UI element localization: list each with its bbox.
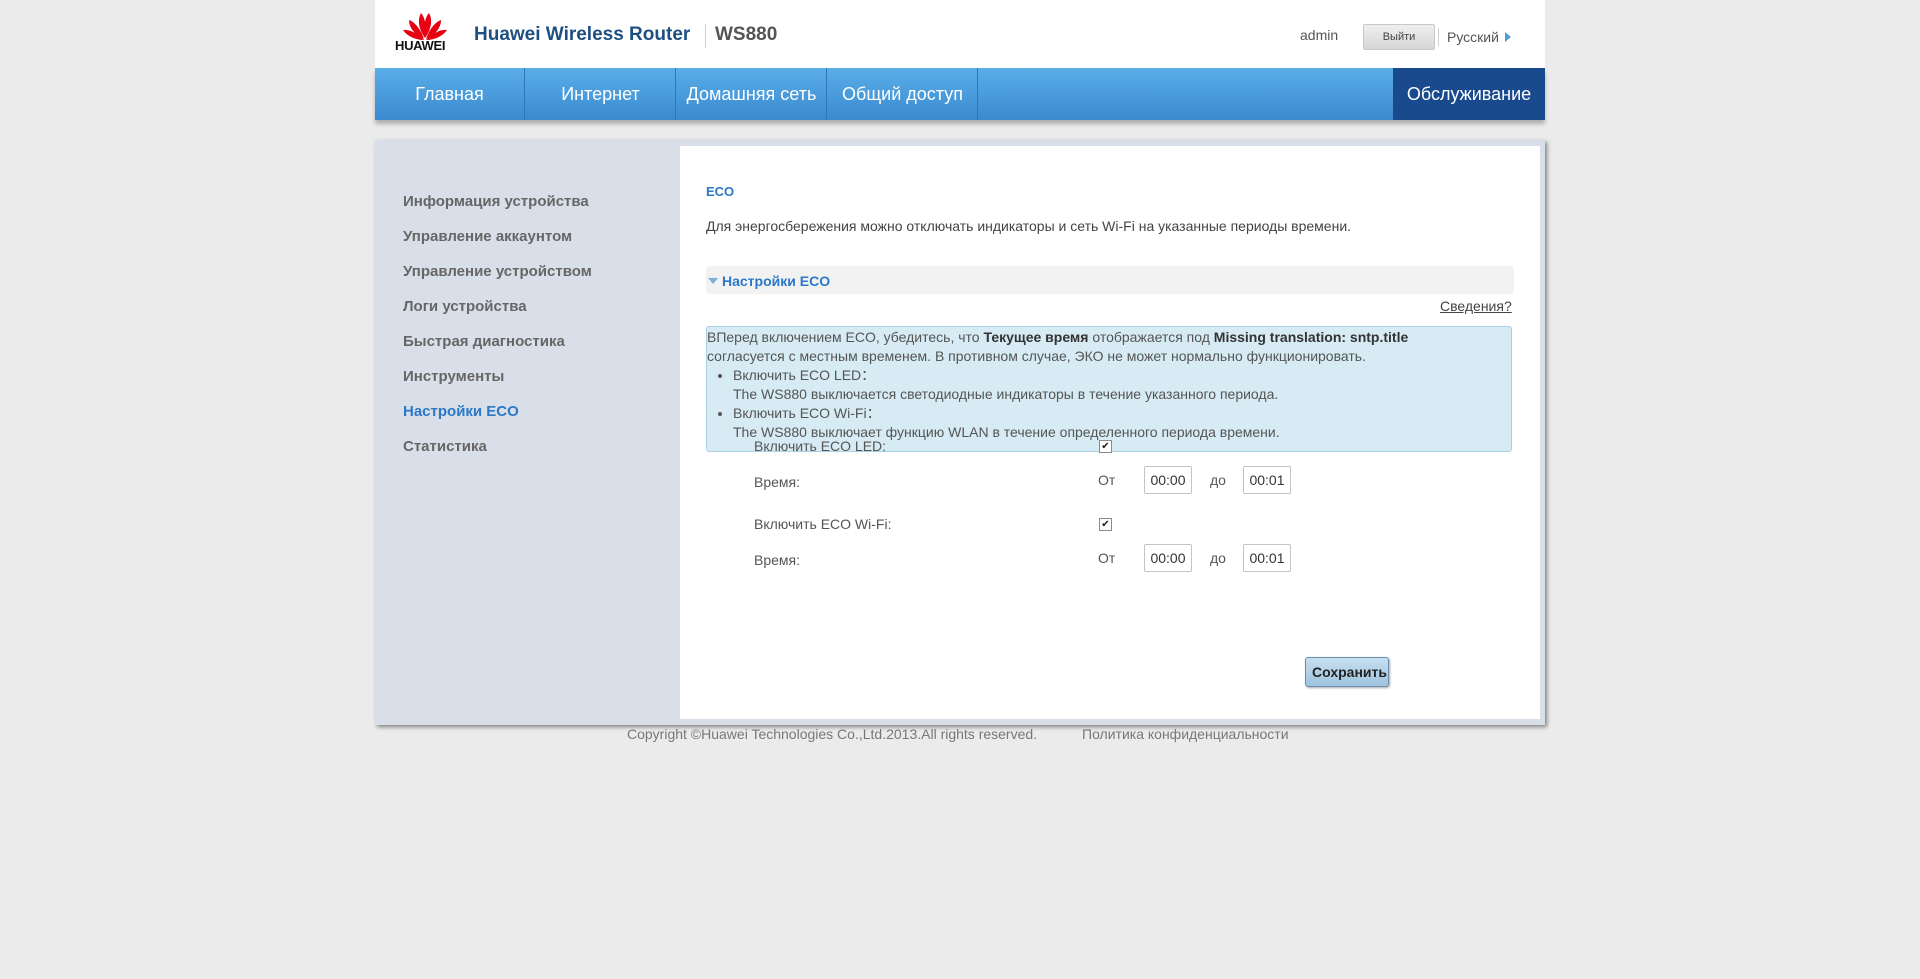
sidebar-item-device-logs[interactable]: Логи устройства <box>403 297 663 332</box>
eco-led-from-label: От <box>1098 472 1116 488</box>
eco-led-checkbox[interactable]: ✔ <box>1099 440 1112 453</box>
eco-wifi-checkbox[interactable]: ✔ <box>1099 518 1112 531</box>
info-box: ВПеред включением ECO, убедитесь, что Те… <box>706 326 1512 452</box>
page-wrapper: HUAWEI Huawei Wireless Router WS880 admi… <box>375 0 1545 742</box>
details-link[interactable]: Сведения? <box>1440 298 1512 314</box>
product-title: Huawei Wireless Router <box>474 24 691 45</box>
sidebar-item-account[interactable]: Управление аккаунтом <box>403 227 663 262</box>
eco-led-time-label: Время: <box>754 474 801 490</box>
title-divider <box>705 24 706 48</box>
sidebar-item-eco-settings[interactable]: Настройки ECO <box>403 402 663 437</box>
eco-wifi-label: Включить ECO Wi-Fi: <box>754 516 892 532</box>
eco-led-to-input[interactable] <box>1243 466 1291 494</box>
sidebar-item-diagnostics[interactable]: Быстрая диагностика <box>403 332 663 367</box>
eco-led-to-label: до <box>1210 472 1226 488</box>
nav-item-maintenance[interactable]: Обслуживание <box>1393 68 1545 120</box>
page-description: Для энергосбережения можно отключать инд… <box>706 218 1352 234</box>
chevron-down-icon <box>708 278 718 284</box>
eco-settings-section-header[interactable]: Настройки ECO <box>706 266 1514 294</box>
main-panel: ECO Для энергосбережения можно отключать… <box>680 146 1540 719</box>
nav-item-home-network[interactable]: Домашняя сеть <box>677 68 827 120</box>
arrow-right-icon <box>1504 32 1511 42</box>
header: HUAWEI Huawei Wireless Router WS880 admi… <box>375 0 1545 68</box>
language-divider <box>1438 28 1439 46</box>
eco-wifi-from-label: От <box>1098 550 1116 566</box>
logout-button[interactable]: Выйти <box>1363 24 1435 50</box>
info-line-1: ВПеред включением ECO, убедитесь, что Те… <box>707 329 1409 345</box>
nav-item-sharing[interactable]: Общий доступ <box>828 68 978 120</box>
nav-item-home[interactable]: Главная <box>375 68 525 120</box>
info-line-2: согласуется с местным временем. В против… <box>707 348 1366 364</box>
sidebar-item-device-management[interactable]: Управление устройством <box>403 262 663 297</box>
logo-text: HUAWEI <box>395 38 446 53</box>
eco-led-from-input[interactable] <box>1144 466 1192 494</box>
language-label: Русский <box>1447 29 1499 45</box>
main-nav: Главная Интернет Домашняя сеть Общий дос… <box>375 68 1545 120</box>
content-container: Информация устройства Управление аккаунт… <box>375 140 1545 725</box>
model-name: WS880 <box>715 24 778 45</box>
sidebar-item-tools[interactable]: Инструменты <box>403 367 663 402</box>
eco-wifi-to-input[interactable] <box>1243 544 1291 572</box>
eco-wifi-time-label: Время: <box>754 552 801 568</box>
section-title: Настройки ECO <box>722 273 831 289</box>
eco-wifi-from-input[interactable] <box>1144 544 1192 572</box>
sidebar: Информация устройства Управление аккаунт… <box>403 192 663 472</box>
page-title: ECO <box>706 184 735 199</box>
language-selector[interactable]: Русский <box>1447 29 1511 45</box>
copyright-text: Copyright ©Huawei Technologies Co.,Ltd.2… <box>627 726 1038 742</box>
privacy-policy-link[interactable]: Политика конфиденциальности <box>1082 726 1289 742</box>
eco-led-label: Включить ECO LED: <box>754 438 887 454</box>
nav-item-internet[interactable]: Интернет <box>526 68 676 120</box>
info-bullet-led: Включить ECO LED： The WS880 выключается … <box>733 366 1511 404</box>
save-button[interactable]: Сохранить <box>1305 657 1389 687</box>
sidebar-item-statistics[interactable]: Статистика <box>403 437 663 472</box>
eco-wifi-to-label: до <box>1210 550 1226 566</box>
info-list: Включить ECO LED： The WS880 выключается … <box>707 366 1511 442</box>
info-bullet-wifi: Включить ECO Wi-Fi： The WS880 выключает … <box>733 404 1511 442</box>
user-name: admin <box>1300 27 1339 43</box>
sidebar-item-device-info[interactable]: Информация устройства <box>403 192 663 227</box>
